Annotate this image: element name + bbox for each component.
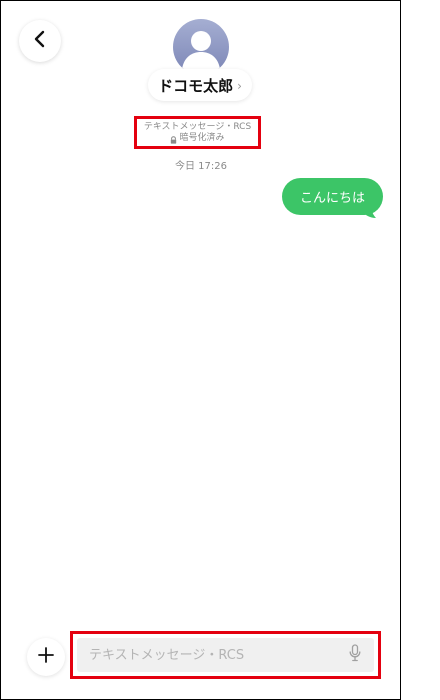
composer-highlight <box>70 631 381 679</box>
phone-screen: ドコモ太郎 › テキストメッセージ・RCS 暗号化済み 今日 17:26 こんに… <box>0 0 401 700</box>
encryption-status: 暗号化済み <box>170 132 225 144</box>
service-label: テキストメッセージ・RCS <box>143 121 252 132</box>
lock-icon <box>170 133 177 144</box>
encryption-label: 暗号化済み <box>179 132 225 143</box>
bubble-tail <box>361 204 377 224</box>
message-composer <box>77 638 374 672</box>
plus-icon <box>38 647 54 667</box>
contact-name-button[interactable]: ドコモ太郎 › <box>148 69 252 101</box>
message-input[interactable] <box>89 647 346 663</box>
voice-input-button[interactable] <box>346 644 364 666</box>
message-timestamp: 今日 17:26 <box>175 161 227 172</box>
microphone-icon <box>349 644 361 666</box>
chevron-left-icon <box>33 30 47 52</box>
contact-avatar[interactable] <box>173 19 229 75</box>
chevron-right-icon: › <box>237 78 242 93</box>
service-info-highlight: テキストメッセージ・RCS 暗号化済み <box>134 116 261 149</box>
contact-name: ドコモ太郎 <box>158 76 234 95</box>
add-attachment-button[interactable] <box>27 638 65 676</box>
back-button[interactable] <box>19 20 61 62</box>
